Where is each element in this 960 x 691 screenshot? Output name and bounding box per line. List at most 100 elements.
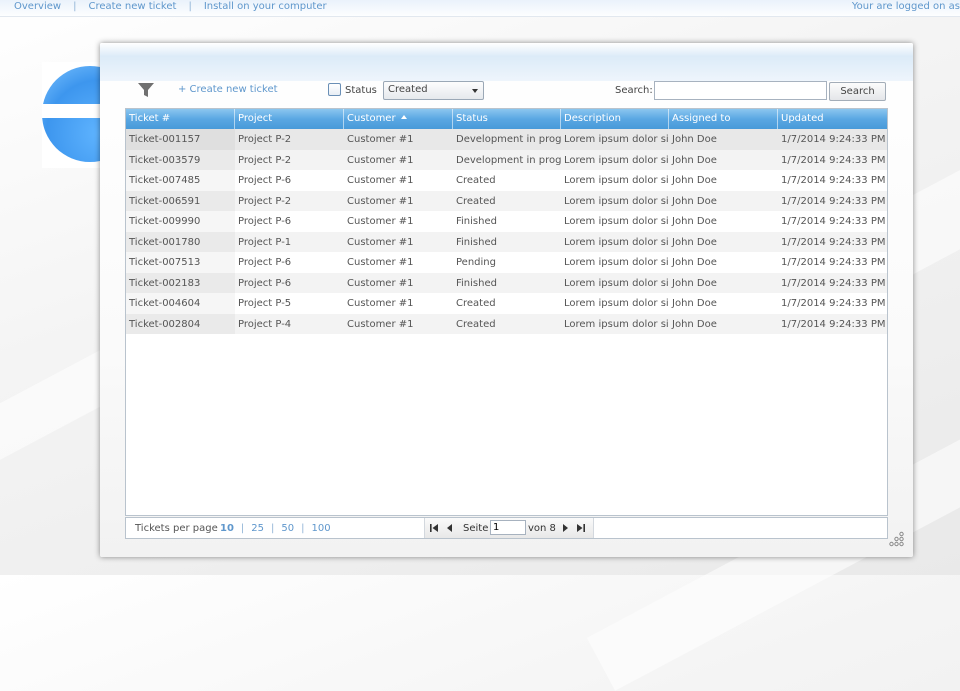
create-ticket-link[interactable]: + Create new ticket (178, 84, 278, 95)
updated-cell: 1/7/2014 9:24:33 PM (781, 318, 886, 330)
nav-separator: | (73, 1, 77, 12)
previous-page-icon[interactable] (444, 522, 456, 534)
chevron-down-icon (472, 89, 478, 93)
customer-cell: Customer #1 (347, 154, 414, 166)
description-cell: Lorem ipsum dolor sit (564, 318, 669, 330)
status-cell: Development in progress (456, 154, 561, 166)
per-page-option-100[interactable]: 100 (312, 523, 331, 534)
project-cell: Project P-2 (238, 134, 292, 145)
project-cell: Project P-6 (238, 277, 292, 289)
table-row[interactable]: Ticket-004604 Project P-5 Customer #1 Creat… (126, 293, 887, 314)
search-button[interactable]: Search (829, 82, 886, 101)
column-header-description[interactable]: Description (561, 109, 669, 129)
table-row[interactable]: Ticket-002183 Project P-6 Customer #1 Finis… (126, 272, 887, 294)
page-label: Seite (463, 523, 489, 534)
status-cell: Created (456, 318, 496, 330)
updated-cell: 1/7/2014 9:24:33 PM (781, 175, 886, 186)
status-cell: Pending (456, 257, 496, 268)
logo-bar (42, 104, 102, 118)
status-cell: Finished (456, 216, 497, 227)
status-select[interactable]: Created (383, 81, 484, 100)
project-cell: Project P-2 (238, 195, 292, 207)
table-row[interactable]: Ticket-007513 Project P-6 Customer #1 Pendi… (126, 252, 887, 273)
next-page-icon[interactable] (559, 522, 571, 534)
ticket-cell: Ticket-002804 (126, 314, 235, 335)
updated-cell: 1/7/2014 9:24:33 PM (781, 236, 886, 248)
first-page-icon[interactable] (428, 522, 440, 534)
column-header-ticket[interactable]: Ticket # (126, 109, 235, 129)
per-page-option-50[interactable]: 50 (281, 523, 294, 534)
page-count-label: von 8 (528, 523, 556, 534)
description-cell: Lorem ipsum dolor sit (564, 175, 669, 186)
customer-cell: Customer #1 (347, 175, 414, 186)
table-row[interactable]: Ticket-009990 Project P-6 Customer #1 Finis… (126, 211, 887, 232)
updated-cell: 1/7/2014 9:24:33 PM (781, 257, 886, 268)
table-row[interactable]: Ticket-006591 Project P-2 Customer #1 Creat… (126, 190, 887, 211)
ticket-cell: Ticket-009990 (126, 211, 235, 232)
top-nav-bar: Overview | Create new ticket | Install o… (0, 0, 960, 17)
table-row[interactable]: Ticket-002804 Project P-4 Customer #1 Creat… (126, 313, 887, 335)
column-header-customer[interactable]: Customer (344, 109, 453, 129)
description-cell: Lorem ipsum dolor sit (564, 154, 669, 166)
assigned-cell: John Doe (672, 134, 717, 145)
customer-cell: Customer #1 (347, 195, 414, 207)
project-cell: Project P-6 (238, 175, 292, 186)
nav-install-link[interactable]: Install on your computer (204, 1, 327, 12)
tickets-window: + Create new ticket Status Created Searc… (100, 43, 913, 557)
search-label: Search: (615, 85, 653, 96)
status-cell: Created (456, 175, 496, 186)
column-header-updated[interactable]: Updated (778, 109, 887, 129)
tickets-grid: Ticket # Project Customer Status Descrip… (125, 108, 888, 516)
status-cell: Development in progress (456, 134, 561, 145)
column-header-status[interactable]: Status (453, 109, 561, 129)
column-header-label: Description (564, 113, 621, 124)
customer-cell: Customer #1 (347, 216, 414, 227)
search-input[interactable] (654, 81, 827, 100)
table-row[interactable]: Ticket-003579 Project P-2 Customer #1 Devel… (126, 149, 887, 171)
status-cell: Finished (456, 277, 497, 289)
pager-separator: | (271, 523, 275, 534)
per-page-label: Tickets per page (135, 523, 218, 534)
table-row[interactable]: Ticket-001780 Project P-1 Customer #1 Finis… (126, 231, 887, 252)
assigned-cell: John Doe (672, 236, 717, 248)
updated-cell: 1/7/2014 9:24:33 PM (781, 277, 886, 289)
ticket-cell: Ticket-001157 (126, 129, 235, 150)
top-nav-links: Overview | Create new ticket | Install o… (14, 1, 327, 12)
pager-separator: | (301, 523, 305, 534)
nav-overview-link[interactable]: Overview (14, 1, 61, 12)
assigned-cell: John Doe (672, 195, 717, 207)
table-row[interactable]: Ticket-001157 Project P-2 Customer #1 Devel… (126, 129, 887, 150)
last-page-icon[interactable] (575, 522, 587, 534)
filter-icon[interactable] (137, 82, 155, 98)
page-navigation: Seite von 8 (424, 518, 594, 538)
grid-header: Ticket # Project Customer Status Descrip… (126, 109, 887, 129)
ticket-cell: Ticket-002183 (126, 273, 235, 294)
column-header-assigned[interactable]: Assigned to (669, 109, 778, 129)
page-number-input[interactable] (490, 520, 526, 535)
updated-cell: 1/7/2014 9:24:33 PM (781, 195, 886, 207)
ticket-cell: Ticket-003579 (126, 150, 235, 171)
assigned-cell: John Doe (672, 216, 717, 227)
per-page-option-25[interactable]: 25 (251, 523, 264, 534)
customer-cell: Customer #1 (347, 298, 414, 309)
description-cell: Lorem ipsum dolor sit (564, 236, 669, 248)
nav-create-ticket-link[interactable]: Create new ticket (88, 1, 176, 12)
customer-cell: Customer #1 (347, 134, 414, 145)
sort-ascending-icon (400, 115, 407, 119)
column-header-project[interactable]: Project (235, 109, 344, 129)
column-header-label: Customer (347, 113, 396, 124)
customer-cell: Customer #1 (347, 236, 414, 248)
status-cell: Finished (456, 236, 497, 248)
ticket-cell: Ticket-007513 (126, 252, 235, 273)
description-cell: Lorem ipsum dolor sit (564, 134, 669, 145)
column-header-label: Updated (781, 113, 824, 124)
assigned-cell: John Doe (672, 154, 717, 166)
per-page-option-10[interactable]: 10 (220, 523, 234, 534)
table-row[interactable]: Ticket-007485 Project P-6 Customer #1 Creat… (126, 170, 887, 191)
project-cell: Project P-4 (238, 318, 292, 330)
resize-grip-icon[interactable] (889, 531, 905, 547)
status-filter-checkbox[interactable] (328, 83, 341, 96)
ticket-cell: Ticket-007485 (126, 170, 235, 191)
pager-separator: | (240, 523, 245, 534)
status-cell: Created (456, 195, 496, 207)
